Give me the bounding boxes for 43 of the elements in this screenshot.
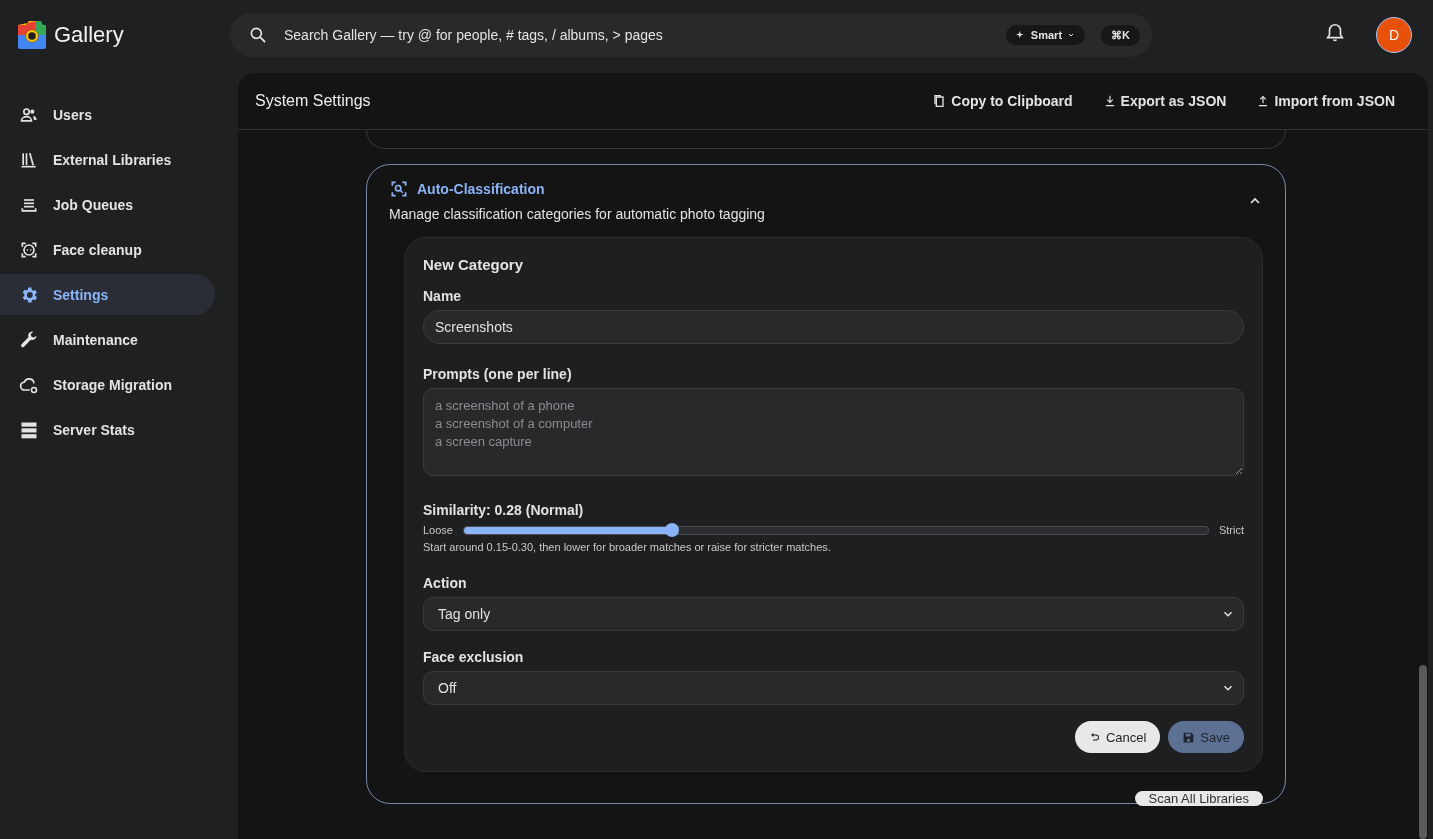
field-label: Face exclusion (423, 649, 525, 665)
sparkle-icon (1015, 30, 1026, 40)
sidebar-item[interactable]: Job Queues (0, 184, 215, 225)
sidebar-item[interactable]: Settings (0, 274, 215, 315)
user-avatar[interactable]: D (1376, 17, 1412, 53)
sidebar-item[interactable]: Server Stats (0, 409, 215, 450)
prompts-field[interactable]: a screenshot of a phone a screenshot of a computer a screen capture (423, 388, 1244, 476)
sidebar-item[interactable]: Maintenance (0, 319, 215, 360)
chevron-down-icon (1067, 31, 1076, 39)
sidebar-item[interactable]: Users (0, 94, 215, 135)
toolbar-button[interactable]: Import from JSON (1256, 93, 1395, 109)
similarity-slider[interactable] (463, 525, 1209, 535)
cancel-button[interactable]: Cancel (1074, 721, 1161, 753)
slider-max-label: Strict (1218, 524, 1244, 536)
hint-text: Start around 0.15-0.30, then lower for broader matches or raise for stricter matches. (423, 541, 832, 553)
sidebar-item[interactable]: Face cleanup (0, 229, 215, 270)
image-search-icon (389, 179, 409, 199)
page-title: System Settings (255, 92, 372, 110)
toolbar-button[interactable]: Export as JSON (1102, 93, 1227, 109)
shortcut-badge: ⌘K (1101, 24, 1140, 46)
face-exclusion-dropdown[interactable]: Off (423, 671, 1244, 705)
sidebar-item[interactable]: External Libraries (0, 139, 215, 180)
action-dropdown[interactable]: Tag only (423, 597, 1244, 631)
field-label: Prompts (one per line) (423, 366, 573, 382)
notifications-icon (1324, 22, 1346, 44)
sidebar-item[interactable]: Storage Migration (0, 364, 215, 405)
search-field[interactable]: Search Gallery — try @ for people, # tags, / albums, > pages Smart ⌘K (230, 13, 1152, 57)
smart-mode-dropdown[interactable]: Smart (1005, 25, 1086, 45)
slider-thumb[interactable] (665, 523, 680, 537)
toolbar-button[interactable]: Copy to Clipboard (931, 93, 1073, 109)
scan-button[interactable]: Scan All Libraries (1134, 791, 1263, 806)
wrench-icon (19, 329, 39, 350)
section-description: Manage classification categories for automatic photo tagging (389, 206, 765, 222)
field-label: Action (423, 575, 468, 591)
slider-min-label: Loose (423, 524, 453, 536)
name-field[interactable]: Screenshots (423, 310, 1244, 344)
app-name: Gallery (54, 22, 124, 48)
field-label: Similarity: 0.28 (Normal) (423, 502, 585, 518)
search-icon (248, 25, 268, 45)
form-title: New Category (423, 256, 525, 273)
section-title: Auto-Classification (417, 181, 545, 197)
field-label: Name (423, 288, 463, 304)
save-icon (1182, 730, 1196, 744)
